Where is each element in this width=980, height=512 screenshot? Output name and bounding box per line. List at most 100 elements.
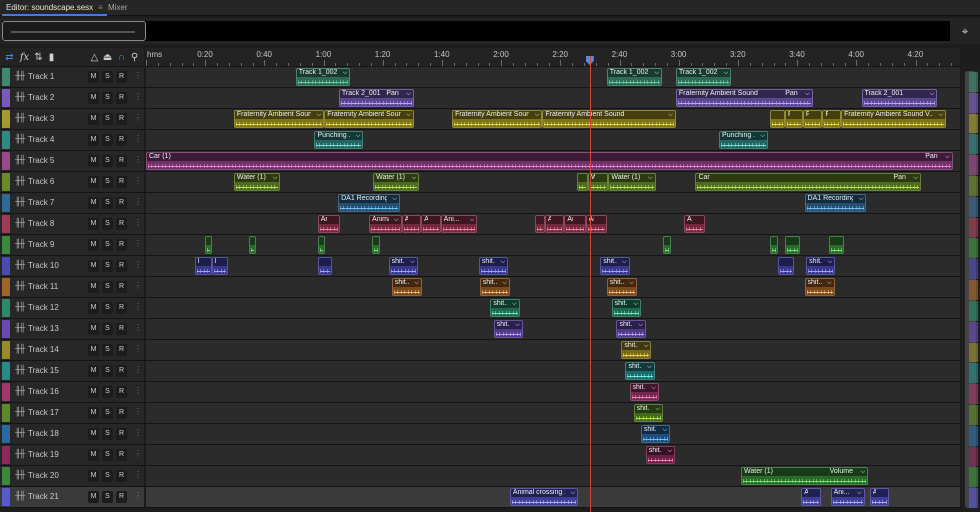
audio-clip[interactable]: Water (1) Volume ⌵ bbox=[741, 467, 868, 485]
audio-clip[interactable]: Water (1) ⌵ bbox=[608, 173, 656, 191]
audio-clip[interactable]: Track 2_001 Pan ⌵ bbox=[338, 89, 414, 107]
record-arm-button[interactable]: R bbox=[116, 92, 127, 104]
audio-clip[interactable]: bal... bbox=[317, 257, 333, 275]
track-lane[interactable]: shit... ⌵ shit... ⌵ bbox=[146, 319, 960, 339]
record-arm-button[interactable]: R bbox=[116, 176, 127, 188]
audio-clip[interactable]: Fr... bbox=[769, 110, 785, 128]
track-row[interactable]: ╫╫Track 6MSR⋮Water (1)⌵Water (1)⌵WaWater… bbox=[0, 172, 980, 193]
chevron-down-icon[interactable]: ⌵ bbox=[317, 111, 322, 119]
track-row[interactable]: ╫╫Track 17 MSR ⋮ shit... ⌵ bbox=[0, 403, 980, 424]
audio-clip[interactable]: shit... ⌵ bbox=[600, 257, 630, 275]
snap-icon[interactable]: ⏏ bbox=[101, 51, 114, 64]
vertical-scrollbar[interactable] bbox=[962, 67, 980, 512]
mute-button[interactable]: M bbox=[88, 428, 99, 440]
mute-button[interactable]: M bbox=[88, 365, 99, 377]
mute-button[interactable]: M bbox=[88, 71, 99, 83]
track-more-icon[interactable]: ⋮ bbox=[134, 449, 142, 458]
audio-clip[interactable]: bal... bbox=[828, 236, 845, 254]
record-arm-button[interactable]: R bbox=[116, 134, 127, 146]
track-row[interactable]: ╫╫Track 9 MSR ⋮ bal... bal... bbox=[0, 235, 980, 256]
mute-button[interactable]: M bbox=[88, 449, 99, 461]
clip-title-bar[interactable] bbox=[318, 258, 332, 266]
track-header[interactable]: ╫╫ Track 17 M S R ⋮ bbox=[0, 403, 144, 423]
mute-button[interactable]: M bbox=[88, 155, 99, 167]
audio-clip[interactable]: Ani... bbox=[801, 488, 821, 506]
track-more-icon[interactable]: ⋮ bbox=[134, 344, 142, 353]
track-more-icon[interactable]: ⋮ bbox=[134, 176, 142, 185]
chevron-down-icon[interactable]: ⌵ bbox=[512, 300, 517, 308]
audio-clip[interactable]: shit... ⌵ bbox=[806, 257, 836, 275]
audio-clip[interactable]: Fraternity Ambient Sound Pan ⌵ bbox=[675, 89, 813, 107]
track-name[interactable]: Track 19 bbox=[28, 450, 59, 459]
audio-clip[interactable]: Animal c... ⌵ bbox=[369, 215, 402, 233]
clip-title-bar[interactable] bbox=[829, 237, 844, 245]
chevron-down-icon[interactable]: ⌵ bbox=[860, 468, 865, 476]
track-more-icon[interactable]: ⋮ bbox=[134, 323, 142, 332]
audio-clip[interactable]: A... bbox=[535, 215, 545, 233]
chevron-down-icon[interactable]: ⌵ bbox=[651, 384, 656, 392]
chevron-down-icon[interactable]: ⌵ bbox=[828, 258, 833, 266]
audio-clip[interactable]: shit... ⌵ bbox=[478, 257, 509, 275]
time-ruler[interactable]: hms 0:20 0:40 1:00 1:20 1:40 2:00 2:20 2:40 3:00… bbox=[146, 48, 960, 67]
audio-clip[interactable]: shit... ⌵ bbox=[388, 257, 418, 275]
track-lane[interactable]: Water (1) Volume ⌵ bbox=[146, 466, 960, 486]
audio-clip[interactable]: DA1 Recording 1 ⌵ bbox=[804, 194, 867, 212]
track-lane[interactable]: shit... ⌵ bbox=[146, 445, 960, 465]
track-more-icon[interactable]: ⋮ bbox=[134, 239, 142, 248]
audio-clip[interactable]: Track 2_001 ⌵ bbox=[861, 89, 938, 107]
audio-clip[interactable]: DA1 Recording 1 ⌵ bbox=[338, 194, 400, 212]
playhead-line[interactable] bbox=[589, 56, 591, 512]
send-icon[interactable]: ⇅ bbox=[32, 51, 45, 64]
track-more-icon[interactable]: ⋮ bbox=[134, 134, 142, 143]
track-header[interactable]: ╫╫ Track 14 M S R ⋮ bbox=[0, 340, 144, 360]
audio-clip[interactable]: Ani... bbox=[421, 215, 441, 233]
chevron-down-icon[interactable]: ⌵ bbox=[502, 279, 507, 287]
chevron-down-icon[interactable]: ⌵ bbox=[648, 174, 653, 182]
track-more-icon[interactable]: ⋮ bbox=[134, 71, 142, 80]
audio-clip[interactable]: Punching ... ⌵ bbox=[719, 131, 768, 149]
clip-title-bar[interactable] bbox=[786, 237, 800, 245]
scrollbar-thumb[interactable] bbox=[965, 71, 978, 508]
audio-clip[interactable]: Fraternity Ambient Sound ⌵ bbox=[324, 110, 414, 128]
mute-button[interactable]: M bbox=[88, 197, 99, 209]
track-row[interactable]: ╫╫Track 13 MSR ⋮ shit... ⌵ shit... ⌵ bbox=[0, 319, 980, 340]
audio-clip[interactable]: Track 1_002 ⌵ bbox=[295, 68, 351, 86]
mute-button[interactable]: M bbox=[88, 113, 99, 125]
track-lane[interactable]: Track 1_002 ⌵ Track 1_002 ⌵ Track 1_002 ⌵ bbox=[146, 67, 960, 87]
track-row[interactable]: ╫╫ Track 5 M S R ⋮ Car (1) Pan ⌵ bbox=[0, 151, 980, 172]
metronome-icon[interactable]: △ bbox=[88, 51, 101, 64]
clip-title-bar[interactable] bbox=[779, 258, 793, 266]
track-lane[interactable]: shit... ⌵ bbox=[146, 382, 960, 402]
track-row[interactable]: ╫╫Track 19 MSR ⋮ shit... ⌵ bbox=[0, 445, 980, 466]
audio-clip[interactable]: Fraternity Ambient Sound ⌵ bbox=[542, 110, 676, 128]
audio-clip[interactable]: bal... bbox=[211, 257, 229, 275]
chevron-down-icon[interactable]: ⌵ bbox=[668, 447, 673, 455]
solo-button[interactable]: S bbox=[102, 407, 113, 419]
chevron-down-icon[interactable]: ⌵ bbox=[638, 321, 643, 329]
track-row[interactable]: ╫╫Track 8MSR⋮Ani...Animal c...⌵Ani...Ani… bbox=[0, 214, 980, 235]
record-arm-button[interactable]: R bbox=[116, 197, 127, 209]
audio-clip[interactable]: shit... ⌵ bbox=[633, 404, 663, 422]
audio-clip[interactable]: Ani... bbox=[401, 215, 422, 233]
track-lane[interactable]: Fraternity Ambient Sound ⌵ Fraternity Ambi… bbox=[146, 109, 960, 129]
track-row[interactable]: ╫╫Track 10 MSR ⋮ bal... bal... bal... shit... ⌵… bbox=[0, 256, 980, 277]
track-header[interactable]: ╫╫ Track 1 M S R ⋮ bbox=[0, 67, 144, 87]
audio-clip[interactable] bbox=[662, 236, 671, 254]
record-arm-button[interactable]: R bbox=[116, 281, 127, 293]
track-header[interactable]: ╫╫ Track 8 M S R ⋮ bbox=[0, 214, 144, 234]
record-arm-button[interactable]: R bbox=[116, 155, 127, 167]
track-header[interactable]: ╫╫ Track 13 M S R ⋮ bbox=[0, 319, 144, 339]
audio-clip[interactable]: shit... ⌵ bbox=[621, 341, 652, 359]
track-name[interactable]: Track 3 bbox=[28, 114, 54, 123]
tab-editor[interactable]: Editor: soundscape.sesx ≡ bbox=[2, 0, 107, 16]
audio-clip[interactable]: bal... bbox=[194, 257, 212, 275]
clip-title-bar[interactable] bbox=[249, 237, 255, 245]
track-lane[interactable]: bal...bal...bal...shit...⌵shit...⌵shit..… bbox=[146, 256, 960, 276]
audio-clip[interactable]: Ani... ⌵ bbox=[830, 488, 865, 506]
loop-icon[interactable]: ⇄ bbox=[3, 51, 16, 64]
track-lane[interactable]: Car (1) Pan ⌵ bbox=[146, 151, 960, 171]
clip-title-bar[interactable] bbox=[770, 111, 784, 119]
chevron-down-icon[interactable]: ⌵ bbox=[412, 174, 417, 182]
audio-clip[interactable]: Wa bbox=[577, 173, 588, 191]
track-header[interactable]: ╫╫ Track 21 M S R ⋮ bbox=[0, 487, 144, 507]
